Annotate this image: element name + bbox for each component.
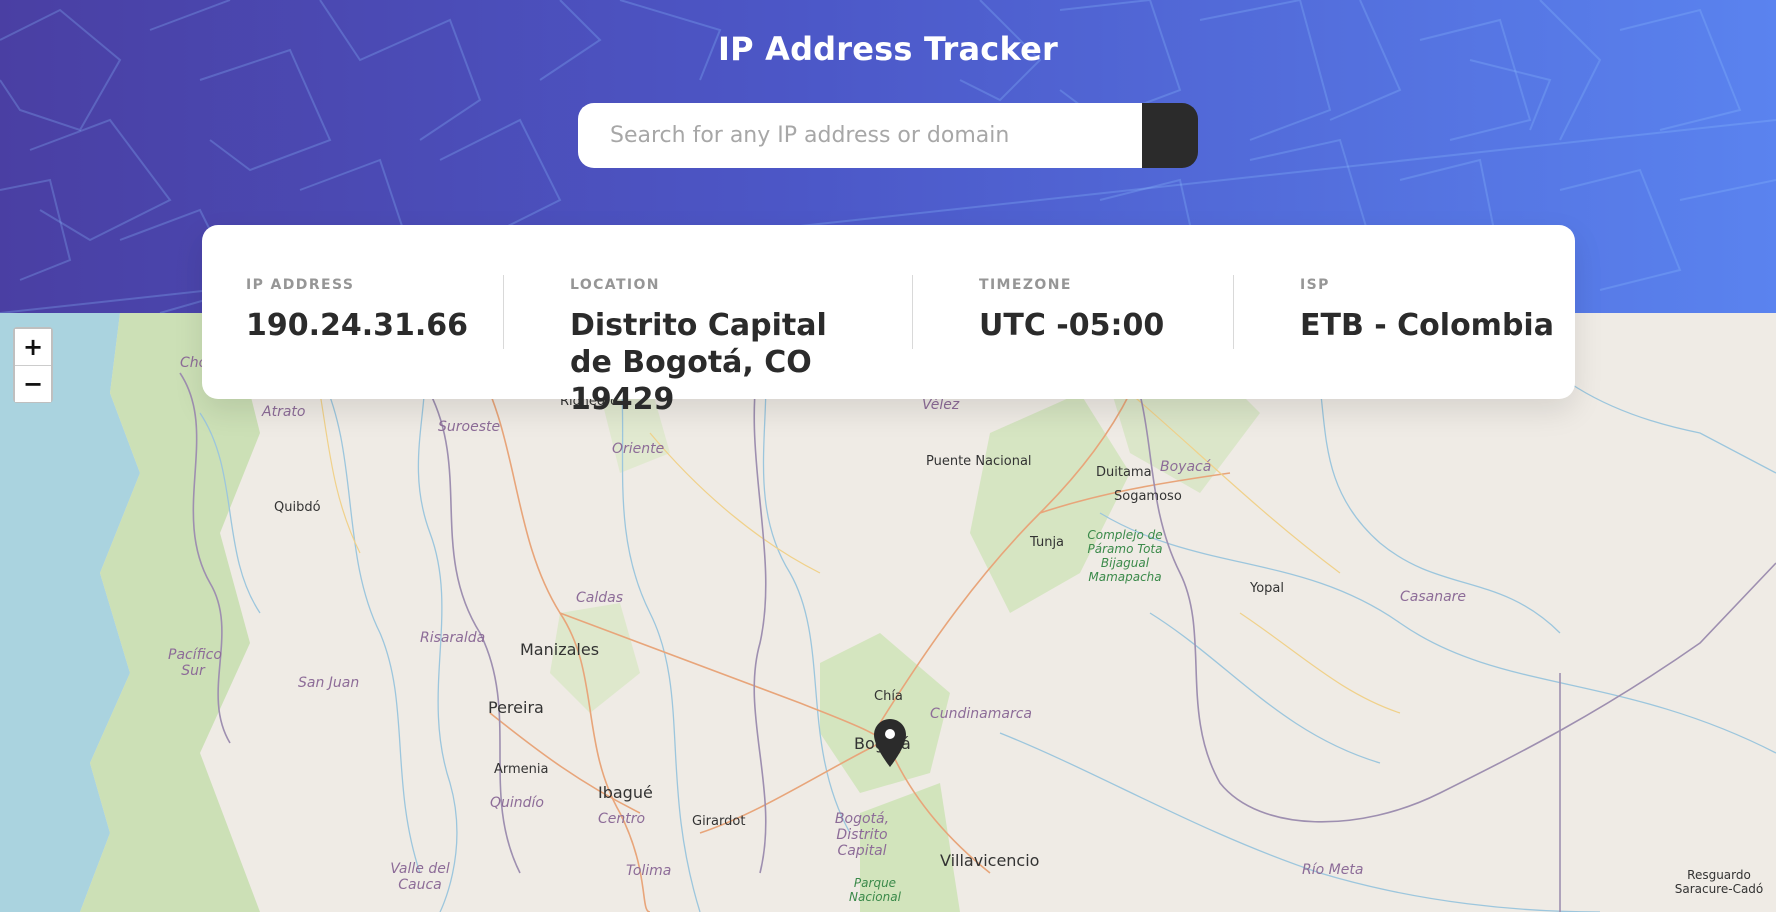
map-label-sogamoso: Sogamoso (1114, 489, 1182, 504)
map-label-quindio: Quindío (490, 795, 544, 811)
map-label-manizales: Manizales (520, 640, 600, 659)
timezone-value: UTC -05:00 (979, 308, 1165, 343)
location-value: Distrito Capital de Bogotá, CO 19429 (570, 308, 827, 417)
map-label-velez: Vélez (922, 397, 960, 413)
map-label-san-juan: San Juan (298, 675, 360, 691)
map-label-boyaca: Boyacá (1160, 459, 1212, 475)
info-divider (912, 275, 913, 349)
map-label-duitama: Duitama (1096, 465, 1152, 480)
location-section: LOCATION Distrito Capital de Bogotá, CO … (570, 277, 870, 418)
map-label-ibague: Ibagué (598, 783, 653, 802)
map-label-villavicencio: Villavicencio (940, 851, 1040, 870)
search-submit-button[interactable] (579, 103, 1198, 168)
map-label-puente-nacional: Puente Nacional (926, 454, 1032, 469)
map-label-parque-nacional: Parque Nacional (849, 876, 901, 904)
map-label-pacifico-sur: Pacífico Sur (168, 647, 222, 679)
ip-address-section: IP ADDRESS 190.24.31.66 (246, 277, 468, 344)
ip-address-value: 190.24.31.66 (246, 308, 469, 343)
timezone-label: TIMEZONE (979, 277, 1072, 293)
map-label-atrato: Atrato (262, 404, 306, 420)
map-label-complejo-paramo: Complejo de Páramo Tota Bijagual Mamapac… (1087, 528, 1163, 584)
map-label-centro: Centro (598, 811, 646, 827)
map-label-caldas: Caldas (576, 590, 624, 606)
map-label-risaralda: Risaralda (420, 630, 486, 646)
ip-address-label: IP ADDRESS (246, 277, 355, 293)
zoom-in-button[interactable]: + (15, 329, 51, 365)
map-label-yopal: Yopal (1250, 581, 1284, 596)
location-label: LOCATION (570, 277, 660, 293)
ip-info-card: IP ADDRESS 190.24.31.66 LOCATION Distrit… (202, 225, 1575, 417)
search-input[interactable] (578, 103, 1142, 168)
map-label-quibdo: Quibdó (274, 500, 321, 515)
map-label-armenia: Armenia (494, 762, 549, 777)
map-label-chia: Chía (874, 689, 903, 704)
isp-section: ISP ETB - Colombia (1300, 277, 1554, 344)
map-label-suroeste: Suroeste (438, 419, 501, 435)
page-title: IP Address Tracker (718, 30, 1058, 68)
map-label-pereira: Pereira (488, 698, 544, 717)
info-divider (1233, 275, 1234, 349)
search-bar (578, 103, 1198, 168)
map-label-cundinamarca: Cundinamarca (930, 706, 1032, 722)
isp-value: ETB - Colombia (1300, 308, 1554, 343)
chevron-right-icon (579, 104, 591, 122)
map-label-girardot: Girardot (692, 814, 746, 829)
map-label-oriente: Oriente (612, 441, 665, 457)
zoom-out-button[interactable]: − (15, 366, 51, 402)
timezone-section: TIMEZONE UTC -05:00 (979, 277, 1164, 344)
map-pin-icon (874, 719, 906, 767)
location-marker[interactable] (873, 718, 907, 772)
map-label-tolima: Tolima (626, 863, 672, 879)
map-view[interactable]: Rionegro Vélez Atrato Suroeste Oriente P… (0, 313, 1776, 912)
isp-label: ISP (1300, 277, 1330, 293)
zoom-control: + − (13, 327, 53, 403)
map-label-tunja: Tunja (1030, 535, 1065, 550)
map-label-rio-meta: Río Meta (1302, 862, 1364, 878)
map-label-valle-del-cauca: Valle del Cauca (390, 861, 450, 893)
app: IP Address Tracker Search for any IP add… (0, 0, 1776, 912)
map-label-bogota-dc: Bogotá, Distrito Capital (834, 811, 890, 859)
map-label-resguardo: Resguardo Saracure-Cadó (1674, 868, 1764, 896)
info-divider (503, 275, 504, 349)
map-label-casanare: Casanare (1400, 589, 1467, 605)
